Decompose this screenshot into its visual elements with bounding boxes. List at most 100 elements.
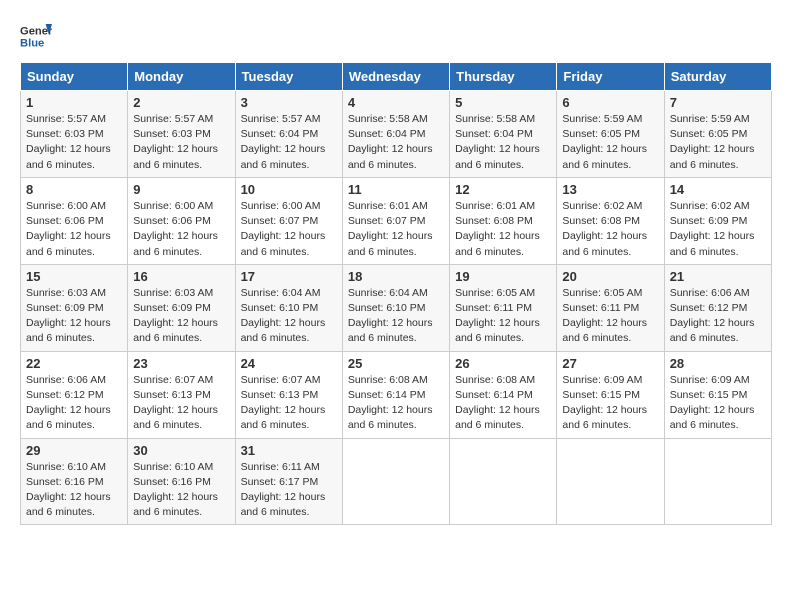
table-row: 28 Sunrise: 6:09 AMSunset: 6:15 PMDayligh… (664, 351, 771, 438)
day-info: Sunrise: 6:10 AMSunset: 6:16 PMDaylight:… (133, 460, 229, 521)
calendar-week-4: 22 Sunrise: 6:06 AMSunset: 6:12 PMDayligh… (21, 351, 772, 438)
day-info: Sunrise: 5:59 AMSunset: 6:05 PMDaylight:… (670, 112, 766, 173)
table-row: 7 Sunrise: 5:59 AMSunset: 6:05 PMDaylight… (664, 91, 771, 178)
table-row (557, 438, 664, 525)
day-number: 18 (348, 269, 444, 284)
day-number: 8 (26, 182, 122, 197)
table-row: 14 Sunrise: 6:02 AMSunset: 6:09 PMDayligh… (664, 177, 771, 264)
table-row: 19 Sunrise: 6:05 AMSunset: 6:11 PMDayligh… (450, 264, 557, 351)
table-row: 26 Sunrise: 6:08 AMSunset: 6:14 PMDayligh… (450, 351, 557, 438)
table-row: 31 Sunrise: 6:11 AMSunset: 6:17 PMDayligh… (235, 438, 342, 525)
table-row: 3Sunrise: 5:57 AMSunset: 6:04 PMDaylight… (235, 91, 342, 178)
day-info: Sunrise: 6:01 AMSunset: 6:07 PMDaylight:… (348, 199, 444, 260)
day-info: Sunrise: 6:00 AMSunset: 6:06 PMDaylight:… (26, 199, 122, 260)
table-row: 13 Sunrise: 6:02 AMSunset: 6:08 PMDayligh… (557, 177, 664, 264)
table-row (664, 438, 771, 525)
day-number: 6 (562, 95, 658, 110)
day-number: 5 (455, 95, 551, 110)
calendar-header-row: SundayMondayTuesdayWednesdayThursdayFrid… (21, 63, 772, 91)
calendar-week-2: 8 Sunrise: 6:00 AMSunset: 6:06 PMDaylight… (21, 177, 772, 264)
table-row: 6Sunrise: 5:59 AMSunset: 6:05 PMDaylight… (557, 91, 664, 178)
logo: General Blue (20, 20, 52, 52)
table-row: 5 Sunrise: 5:58 AMSunset: 6:04 PMDaylight… (450, 91, 557, 178)
table-row: 2Sunrise: 5:57 AMSunset: 6:03 PMDaylight… (128, 91, 235, 178)
day-info: Sunrise: 6:09 AMSunset: 6:15 PMDaylight:… (562, 373, 658, 434)
day-number: 26 (455, 356, 551, 371)
logo-icon: General Blue (20, 20, 52, 52)
day-info: Sunrise: 5:58 AMSunset: 6:04 PMDaylight:… (455, 112, 551, 173)
table-row: 11Sunrise: 6:01 AMSunset: 6:07 PMDayligh… (342, 177, 449, 264)
day-info: Sunrise: 6:05 AMSunset: 6:11 PMDaylight:… (455, 286, 551, 347)
day-number: 25 (348, 356, 444, 371)
day-info: Sunrise: 6:08 AMSunset: 6:14 PMDaylight:… (455, 373, 551, 434)
table-row: 22 Sunrise: 6:06 AMSunset: 6:12 PMDayligh… (21, 351, 128, 438)
table-row: 9 Sunrise: 6:00 AMSunset: 6:06 PMDaylight… (128, 177, 235, 264)
table-row: 17Sunrise: 6:04 AMSunset: 6:10 PMDayligh… (235, 264, 342, 351)
day-info: Sunrise: 6:00 AMSunset: 6:06 PMDaylight:… (133, 199, 229, 260)
day-number: 10 (241, 182, 337, 197)
day-info: Sunrise: 6:06 AMSunset: 6:12 PMDaylight:… (670, 286, 766, 347)
day-number: 31 (241, 443, 337, 458)
table-row: 8 Sunrise: 6:00 AMSunset: 6:06 PMDaylight… (21, 177, 128, 264)
weekday-header-friday: Friday (557, 63, 664, 91)
day-info: Sunrise: 6:11 AMSunset: 6:17 PMDaylight:… (241, 460, 337, 521)
day-number: 21 (670, 269, 766, 284)
day-info: Sunrise: 6:02 AMSunset: 6:09 PMDaylight:… (670, 199, 766, 260)
day-info: Sunrise: 6:03 AMSunset: 6:09 PMDaylight:… (133, 286, 229, 347)
weekday-header-thursday: Thursday (450, 63, 557, 91)
weekday-header-tuesday: Tuesday (235, 63, 342, 91)
day-number: 12 (455, 182, 551, 197)
day-number: 27 (562, 356, 658, 371)
day-number: 23 (133, 356, 229, 371)
day-number: 22 (26, 356, 122, 371)
day-info: Sunrise: 6:05 AMSunset: 6:11 PMDaylight:… (562, 286, 658, 347)
day-number: 17 (241, 269, 337, 284)
day-info: Sunrise: 6:02 AMSunset: 6:08 PMDaylight:… (562, 199, 658, 260)
weekday-header-sunday: Sunday (21, 63, 128, 91)
table-row: 1 Sunrise: 5:57 AMSunset: 6:03 PMDaylight… (21, 91, 128, 178)
page-header: General Blue (20, 20, 772, 52)
table-row: 23 Sunrise: 6:07 AMSunset: 6:13 PMDayligh… (128, 351, 235, 438)
day-number: 16 (133, 269, 229, 284)
table-row: 12 Sunrise: 6:01 AMSunset: 6:08 PMDayligh… (450, 177, 557, 264)
day-number: 14 (670, 182, 766, 197)
day-number: 20 (562, 269, 658, 284)
day-info: Sunrise: 5:58 AMSunset: 6:04 PMDaylight:… (348, 112, 444, 173)
day-number: 4 (348, 95, 444, 110)
day-info: Sunrise: 6:09 AMSunset: 6:15 PMDaylight:… (670, 373, 766, 434)
day-info: Sunrise: 6:07 AMSunset: 6:13 PMDaylight:… (133, 373, 229, 434)
day-number: 30 (133, 443, 229, 458)
table-row (450, 438, 557, 525)
table-row: 20 Sunrise: 6:05 AMSunset: 6:11 PMDayligh… (557, 264, 664, 351)
day-number: 19 (455, 269, 551, 284)
day-number: 13 (562, 182, 658, 197)
weekday-header-wednesday: Wednesday (342, 63, 449, 91)
table-row: 10 Sunrise: 6:00 AMSunset: 6:07 PMDayligh… (235, 177, 342, 264)
svg-text:Blue: Blue (20, 37, 44, 49)
day-info: Sunrise: 6:06 AMSunset: 6:12 PMDaylight:… (26, 373, 122, 434)
day-info: Sunrise: 5:57 AMSunset: 6:04 PMDaylight:… (241, 112, 337, 173)
day-info: Sunrise: 6:03 AMSunset: 6:09 PMDaylight:… (26, 286, 122, 347)
day-info: Sunrise: 6:01 AMSunset: 6:08 PMDaylight:… (455, 199, 551, 260)
table-row: 4 Sunrise: 5:58 AMSunset: 6:04 PMDaylight… (342, 91, 449, 178)
day-info: Sunrise: 6:04 AMSunset: 6:10 PMDaylight:… (348, 286, 444, 347)
day-number: 1 (26, 95, 122, 110)
day-number: 9 (133, 182, 229, 197)
day-info: Sunrise: 5:57 AMSunset: 6:03 PMDaylight:… (26, 112, 122, 173)
table-row: 21 Sunrise: 6:06 AMSunset: 6:12 PMDayligh… (664, 264, 771, 351)
day-info: Sunrise: 6:00 AMSunset: 6:07 PMDaylight:… (241, 199, 337, 260)
weekday-header-saturday: Saturday (664, 63, 771, 91)
day-info: Sunrise: 6:10 AMSunset: 6:16 PMDaylight:… (26, 460, 122, 521)
table-row: 24Sunrise: 6:07 AMSunset: 6:13 PMDayligh… (235, 351, 342, 438)
table-row: 15 Sunrise: 6:03 AMSunset: 6:09 PMDayligh… (21, 264, 128, 351)
calendar-week-1: 1 Sunrise: 5:57 AMSunset: 6:03 PMDaylight… (21, 91, 772, 178)
day-number: 7 (670, 95, 766, 110)
calendar-week-3: 15 Sunrise: 6:03 AMSunset: 6:09 PMDayligh… (21, 264, 772, 351)
day-info: Sunrise: 6:07 AMSunset: 6:13 PMDaylight:… (241, 373, 337, 434)
day-number: 28 (670, 356, 766, 371)
calendar-week-5: 29 Sunrise: 6:10 AMSunset: 6:16 PMDayligh… (21, 438, 772, 525)
day-number: 29 (26, 443, 122, 458)
day-number: 15 (26, 269, 122, 284)
table-row: 25Sunrise: 6:08 AMSunset: 6:14 PMDayligh… (342, 351, 449, 438)
table-row (342, 438, 449, 525)
